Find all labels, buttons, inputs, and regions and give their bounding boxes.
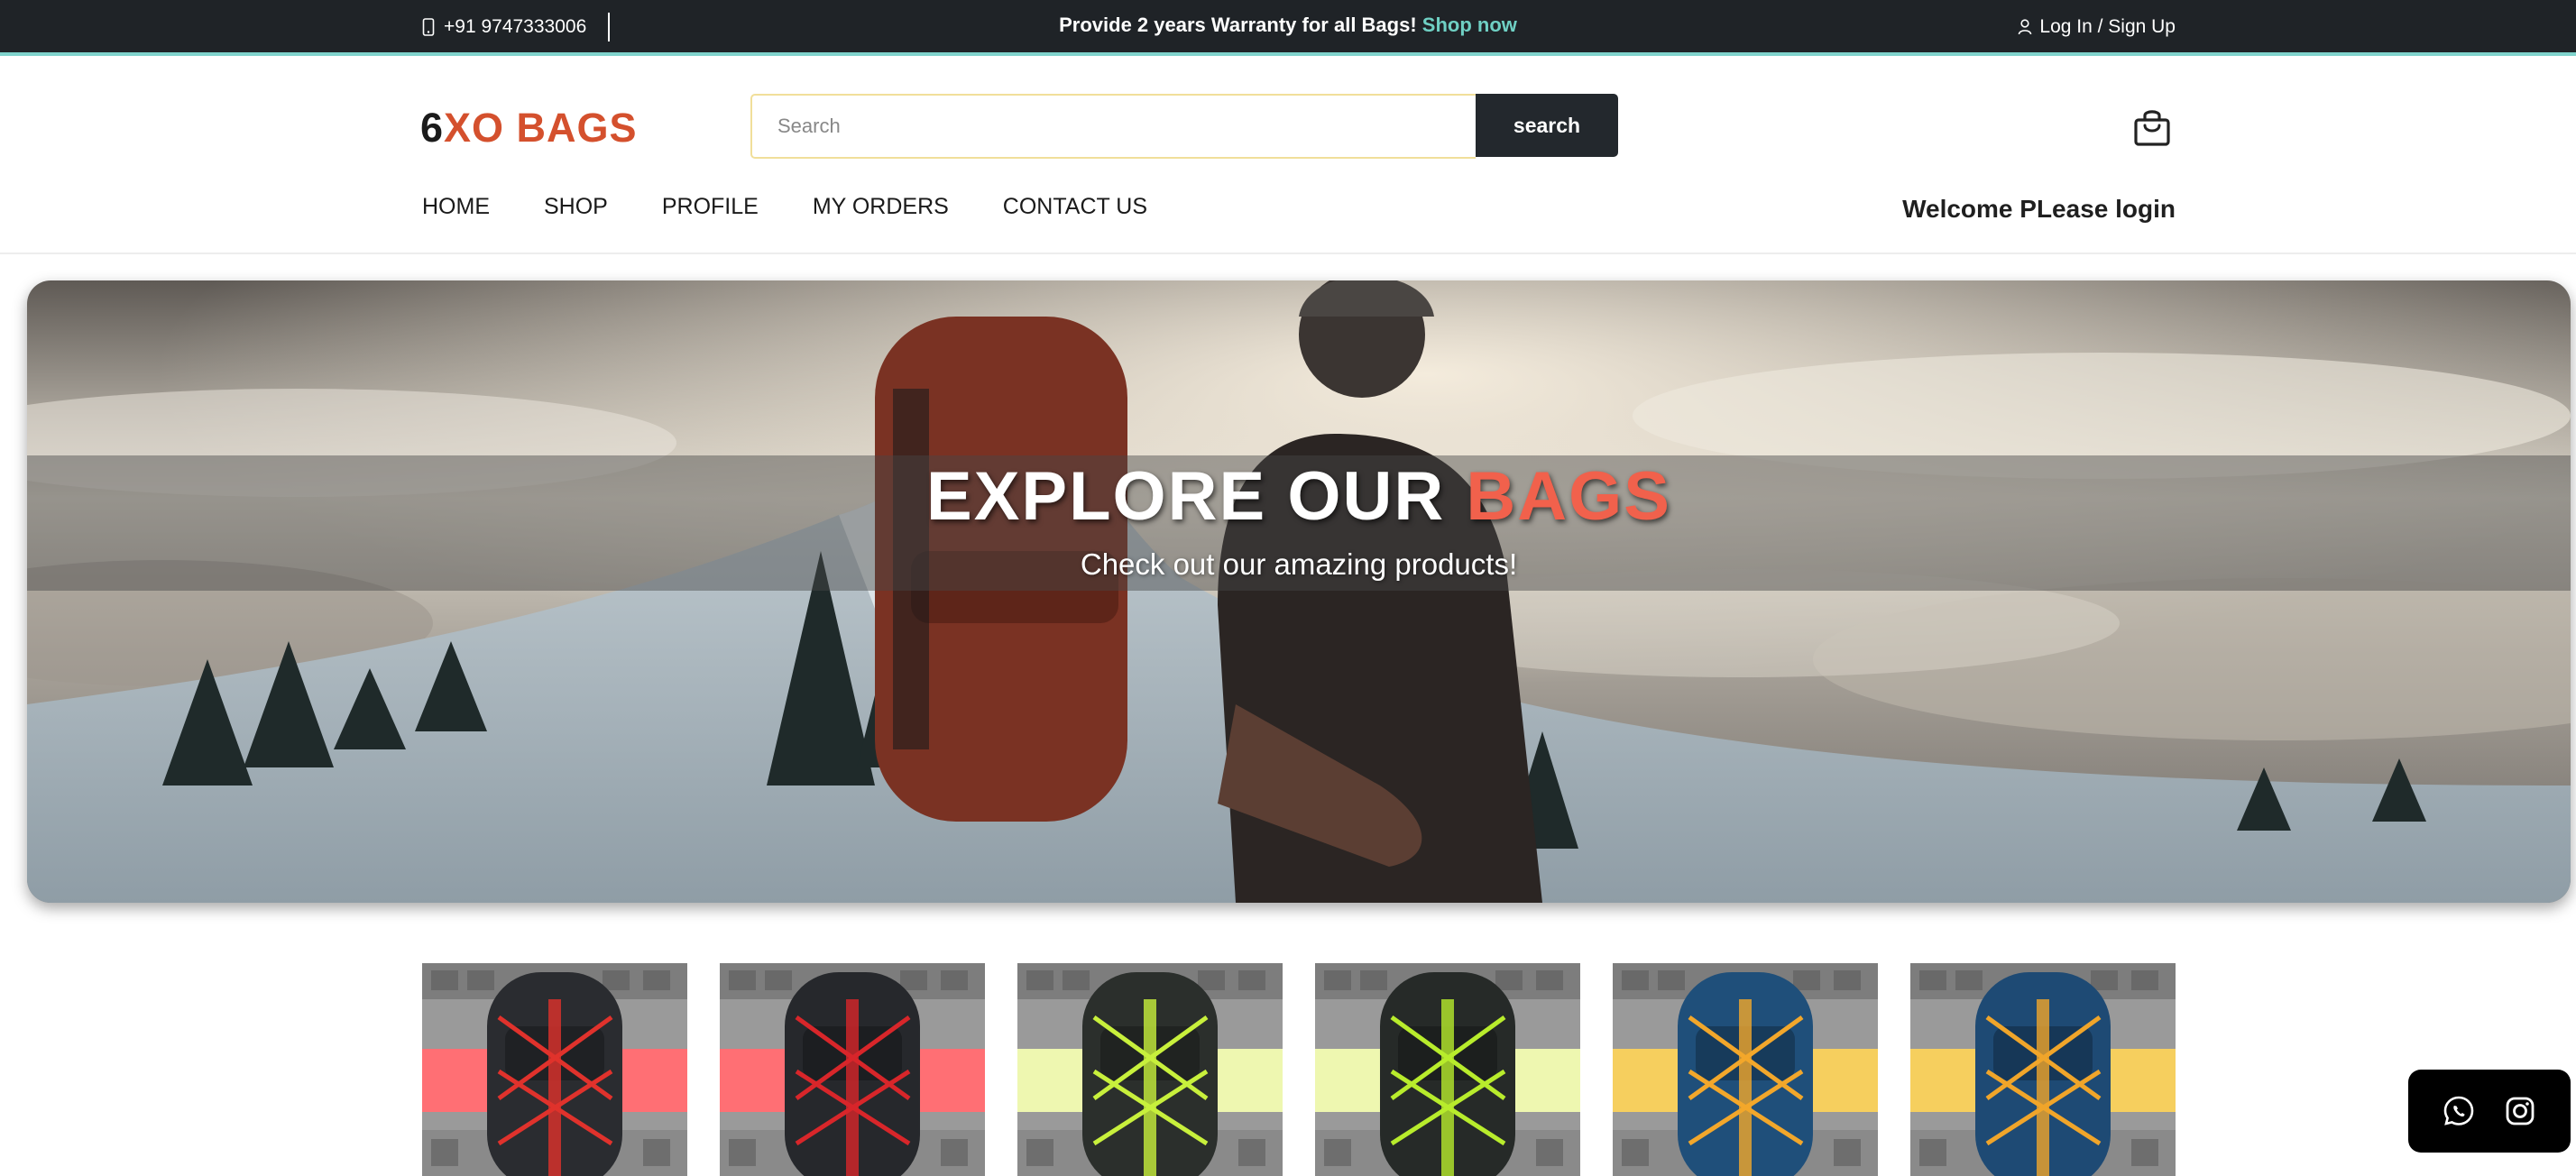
main-nav: HOME SHOP PROFILE MY ORDERS CONTACT US bbox=[422, 194, 1201, 220]
product-card[interactable] bbox=[422, 963, 687, 1176]
backpack-image bbox=[1613, 963, 1878, 1176]
login-label: Log In / Sign Up bbox=[2039, 16, 2176, 37]
product-card[interactable] bbox=[1017, 963, 1283, 1176]
backpack-image bbox=[1910, 963, 2176, 1176]
social-widget bbox=[2408, 1070, 2571, 1153]
shop-now-link[interactable]: Shop now bbox=[1422, 14, 1517, 36]
nav-home[interactable]: HOME bbox=[422, 194, 490, 220]
backpack-image bbox=[422, 963, 687, 1176]
search-button[interactable]: search bbox=[1476, 94, 1618, 157]
hero-title: EXPLORE OUR BAGS bbox=[27, 457, 2571, 536]
nav-profile[interactable]: PROFILE bbox=[662, 194, 759, 220]
welcome-message: Welcome PLease login bbox=[1902, 195, 2176, 223]
logo-name: XO BAGS bbox=[444, 105, 638, 151]
hero-title-accent: BAGS bbox=[1466, 458, 1671, 535]
nav-shop[interactable]: SHOP bbox=[544, 194, 608, 220]
promo-text: Provide 2 years Warranty for all Bags! bbox=[1059, 14, 1417, 36]
backpack-image bbox=[1017, 963, 1283, 1176]
product-card[interactable] bbox=[1315, 963, 1580, 1176]
hero-image bbox=[27, 280, 2571, 903]
product-card[interactable] bbox=[1910, 963, 2176, 1176]
backpack-image bbox=[1315, 963, 1580, 1176]
shopping-bag-icon bbox=[2134, 110, 2170, 146]
cart-button[interactable] bbox=[2132, 106, 2172, 148]
hero-subtitle: Check out our amazing products! bbox=[1080, 547, 1518, 581]
instagram-icon[interactable] bbox=[2502, 1093, 2538, 1129]
promo-banner: Provide 2 years Warranty for all Bags! S… bbox=[0, 14, 2576, 37]
search-input[interactable] bbox=[750, 94, 1476, 159]
logo-prefix: 6 bbox=[420, 105, 445, 151]
hero-title-main: EXPLORE OUR bbox=[926, 458, 1446, 535]
site-logo[interactable]: 6XO BAGS bbox=[420, 105, 638, 152]
header-divider bbox=[0, 253, 2576, 254]
search-bar: search bbox=[750, 94, 1618, 159]
product-card[interactable] bbox=[720, 963, 985, 1176]
product-card[interactable] bbox=[1613, 963, 1878, 1176]
login-link[interactable]: Log In / Sign Up bbox=[2018, 16, 2176, 38]
user-icon bbox=[2019, 19, 2032, 35]
backpack-image bbox=[720, 963, 985, 1176]
product-strip bbox=[422, 963, 2176, 1176]
hero-banner: EXPLORE OUR BAGS Check out our amazing p… bbox=[27, 280, 2571, 903]
nav-contact-us[interactable]: CONTACT US bbox=[1003, 194, 1147, 220]
nav-my-orders[interactable]: MY ORDERS bbox=[813, 194, 949, 220]
top-bar: +91 9747333006 Provide 2 years Warranty … bbox=[0, 0, 2576, 56]
whatsapp-icon[interactable] bbox=[2441, 1093, 2477, 1129]
